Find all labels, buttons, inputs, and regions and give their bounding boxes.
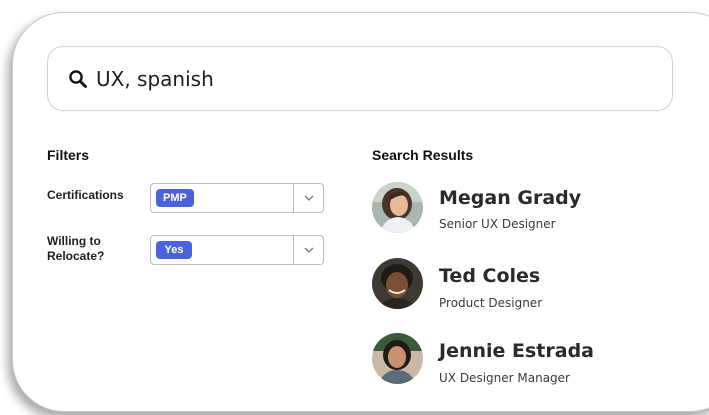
result-item-ted-coles[interactable]: Ted Coles Product Designer	[372, 258, 672, 310]
chevron-down-icon	[304, 195, 313, 201]
page: Filters Certifications PMP Willing to Re…	[0, 0, 709, 415]
relocate-dropdown-toggle[interactable]	[293, 236, 323, 264]
relocate-label-line1: Willing to	[47, 234, 101, 248]
result-item-megan-grady[interactable]: Megan Grady Senior UX Designer	[372, 182, 672, 234]
certifications-dropdown-toggle[interactable]	[293, 184, 323, 212]
search-input[interactable]	[96, 66, 656, 91]
certifications-select[interactable]: PMP	[150, 183, 324, 213]
result-name[interactable]: Megan Grady	[439, 187, 581, 209]
certifications-label: Certifications	[47, 188, 124, 203]
search-icon	[67, 68, 89, 90]
search-bar[interactable]	[47, 46, 673, 111]
avatar	[372, 182, 423, 233]
result-title: UX Designer Manager	[439, 371, 570, 385]
result-title: Senior UX Designer	[439, 217, 556, 231]
certifications-label-text: Certifications	[47, 188, 124, 202]
selected-chip-yes[interactable]: Yes	[156, 241, 192, 259]
relocate-label: Willing to Relocate?	[47, 234, 104, 264]
result-item-jennie-estrada[interactable]: Jennie Estrada UX Designer Manager	[372, 333, 672, 385]
chevron-down-icon	[304, 247, 313, 253]
relocate-select[interactable]: Yes	[150, 235, 324, 265]
result-name[interactable]: Jennie Estrada	[439, 340, 594, 362]
avatar	[372, 333, 423, 384]
result-title: Product Designer	[439, 296, 543, 310]
result-name[interactable]: Ted Coles	[439, 265, 540, 287]
avatar	[372, 258, 423, 309]
results-heading: Search Results	[372, 147, 474, 163]
filters-heading: Filters	[47, 147, 90, 163]
relocate-label-line2: Relocate?	[47, 249, 105, 263]
selected-chip-pmp[interactable]: PMP	[156, 189, 194, 207]
